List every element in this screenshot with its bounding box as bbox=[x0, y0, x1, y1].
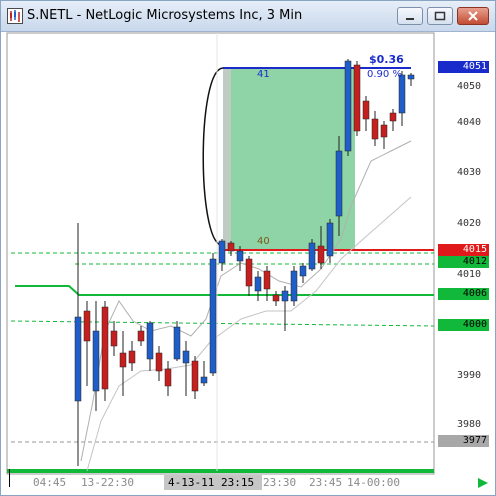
time-label-0445: 04:45 bbox=[33, 476, 67, 489]
candle-body bbox=[272, 294, 280, 302]
candle-body bbox=[263, 270, 271, 290]
red-line-price-tag: 4015 bbox=[438, 244, 489, 256]
candle-body bbox=[128, 350, 136, 364]
time-axis-left-tick bbox=[9, 469, 10, 487]
gain-annotation: $0.36 bbox=[369, 53, 404, 66]
candle-body bbox=[146, 322, 154, 360]
time-cursor-label: 4-13-11 23:15 bbox=[164, 475, 262, 490]
green-line-price-tag-4000: 4000 bbox=[438, 319, 489, 331]
candle-body bbox=[101, 306, 109, 390]
price-label-4040: 4040 bbox=[457, 117, 482, 128]
candle-body bbox=[380, 124, 388, 138]
price-chart[interactable] bbox=[1, 1, 495, 495]
candle-body bbox=[227, 242, 235, 252]
gray-line-price-tag: 3977 bbox=[438, 435, 489, 447]
percent-annotation: 0.90 % bbox=[367, 69, 402, 80]
candle-body bbox=[407, 74, 415, 80]
chart-window: S.NETL - NetLogic Microsystems Inc, 3 Mi… bbox=[0, 0, 496, 496]
bottom-count-label: 40 bbox=[257, 236, 270, 247]
candle-body bbox=[335, 150, 343, 217]
candle-body bbox=[299, 265, 307, 277]
candle-body bbox=[344, 60, 352, 152]
candle-body bbox=[362, 100, 370, 120]
top-count-label: 41 bbox=[257, 69, 270, 80]
green-line-price-tag-4012: 4012 bbox=[438, 256, 489, 268]
time-axis: 04:45 13-22:30 4-13-11 23:15 23:30 23:45… bbox=[1, 469, 495, 495]
price-label-4010: 4010 bbox=[457, 269, 482, 280]
candle-body bbox=[245, 258, 253, 287]
candle-body bbox=[353, 64, 361, 132]
candle-body bbox=[119, 352, 127, 368]
time-label-2230: 13-22:30 bbox=[81, 476, 134, 489]
time-label-2330: 23:30 bbox=[263, 476, 297, 489]
price-label-3980: 3980 bbox=[457, 419, 482, 430]
candle-body bbox=[371, 118, 379, 140]
candle-body bbox=[164, 368, 172, 387]
candle-body bbox=[389, 112, 397, 122]
candle-body bbox=[290, 270, 298, 302]
candle-body bbox=[398, 74, 406, 114]
price-label-4020: 4020 bbox=[457, 218, 482, 229]
candle-body bbox=[209, 258, 217, 374]
candle-body bbox=[236, 250, 244, 262]
candle-body bbox=[155, 352, 163, 372]
candle-body bbox=[74, 316, 82, 402]
candle-body bbox=[110, 330, 118, 347]
candle-body bbox=[92, 330, 100, 392]
measure-arc bbox=[202, 67, 224, 246]
price-label-4030: 4030 bbox=[457, 167, 482, 178]
candle-body bbox=[83, 310, 91, 342]
candle-body bbox=[200, 376, 208, 384]
price-label-3990: 3990 bbox=[457, 370, 482, 381]
candle-body bbox=[173, 326, 181, 360]
candle-body bbox=[137, 330, 145, 342]
candle-body bbox=[308, 242, 316, 270]
candle-body bbox=[281, 290, 289, 302]
candle-body bbox=[191, 360, 199, 392]
green-dashed-line-4000 bbox=[10, 320, 435, 327]
time-label-2345: 23:45 bbox=[309, 476, 343, 489]
candle-body bbox=[254, 276, 262, 292]
candle-body bbox=[218, 240, 226, 264]
candle-body bbox=[326, 222, 334, 257]
candle-body bbox=[182, 350, 190, 364]
range-shadow-edge bbox=[223, 69, 231, 251]
current-price-tag: 4051 bbox=[438, 61, 489, 73]
time-label-0000: 14-00:00 bbox=[347, 476, 400, 489]
candle-body bbox=[317, 245, 325, 264]
scroll-right-icon[interactable] bbox=[477, 478, 489, 488]
price-label-4050: 4050 bbox=[457, 81, 482, 92]
green-line-price-tag-4006: 4006 bbox=[438, 288, 489, 300]
measured-range-fill bbox=[223, 69, 355, 251]
